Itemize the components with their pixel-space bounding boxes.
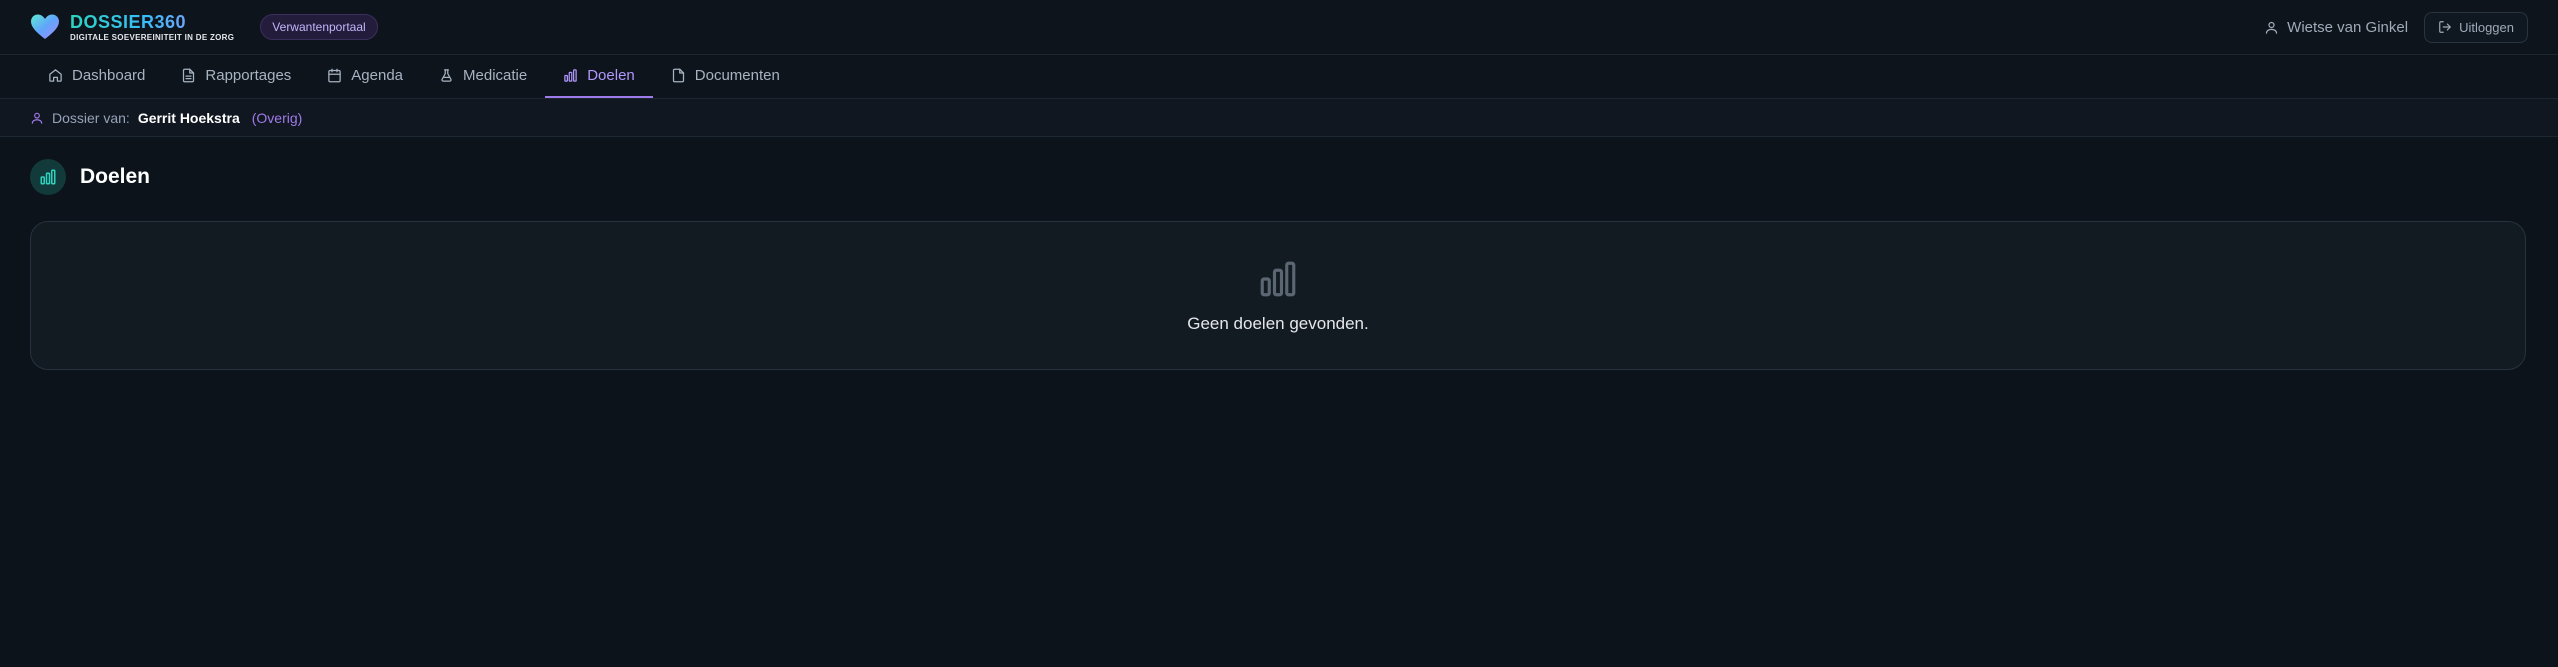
user-icon	[31, 112, 43, 124]
nav-doelen[interactable]: Doelen	[545, 55, 653, 98]
nav-label: Medicatie	[463, 67, 528, 84]
dossier-client-name: Gerrit Hoekstra	[137, 109, 240, 126]
brand[interactable]: DOSSIER360 DIGITALE SOEVEREINITEIT IN DE…	[30, 13, 378, 42]
portal-badge: Verwantenportaal	[260, 14, 378, 40]
nav-medicatie[interactable]: Medicatie	[421, 55, 545, 98]
logout-button[interactable]: Uitloggen	[2424, 11, 2528, 43]
bar-chart-icon	[564, 69, 577, 82]
dossier-relation: (Overig)	[251, 109, 303, 126]
home-icon	[49, 69, 62, 82]
page-header: Doelen	[0, 137, 2558, 217]
page-icon	[30, 159, 66, 195]
logout-icon	[2439, 21, 2451, 33]
nav-label: Doelen	[587, 67, 635, 84]
nav-documenten[interactable]: Documenten	[653, 55, 798, 98]
user-name: Wietse van Ginkel	[2287, 18, 2409, 36]
bar-chart-icon	[40, 169, 56, 185]
user-icon	[2266, 21, 2278, 34]
nav-agenda[interactable]: Agenda	[309, 55, 421, 98]
heart-logo-icon	[31, 14, 59, 39]
logout-label: Uitloggen	[2459, 19, 2514, 35]
document-lines-icon	[183, 68, 195, 83]
main-nav: Dashboard Rapportages Agenda Medicatie D…	[0, 55, 2558, 99]
flask-icon	[441, 69, 452, 82]
empty-state-message: Geen doelen gevonden.	[1187, 313, 1369, 333]
empty-state-card: Geen doelen gevonden.	[30, 221, 2526, 370]
page-title: Doelen	[80, 165, 151, 188]
nav-dashboard[interactable]: Dashboard	[30, 55, 163, 98]
dossier-label: Dossier van:	[52, 109, 130, 126]
file-icon	[672, 68, 684, 83]
dossier-bar: Dossier van: Gerrit Hoekstra (Overig)	[0, 99, 2558, 137]
nav-label: Dashboard	[72, 67, 146, 84]
nav-label: Rapportages	[205, 67, 292, 84]
bar-chart-icon	[1260, 261, 1296, 296]
top-bar: DOSSIER360 DIGITALE SOEVEREINITEIT IN DE…	[0, 0, 2558, 55]
nav-label: Documenten	[694, 67, 780, 84]
nav-rapportages[interactable]: Rapportages	[163, 55, 309, 98]
brand-subtitle: DIGITALE SOEVEREINITEIT IN DE ZORG	[70, 32, 235, 42]
nav-label: Agenda	[351, 67, 404, 84]
calendar-icon	[328, 68, 342, 83]
brand-name: DOSSIER360	[70, 13, 234, 31]
user-menu[interactable]: Wietse van Ginkel	[2264, 19, 2408, 36]
